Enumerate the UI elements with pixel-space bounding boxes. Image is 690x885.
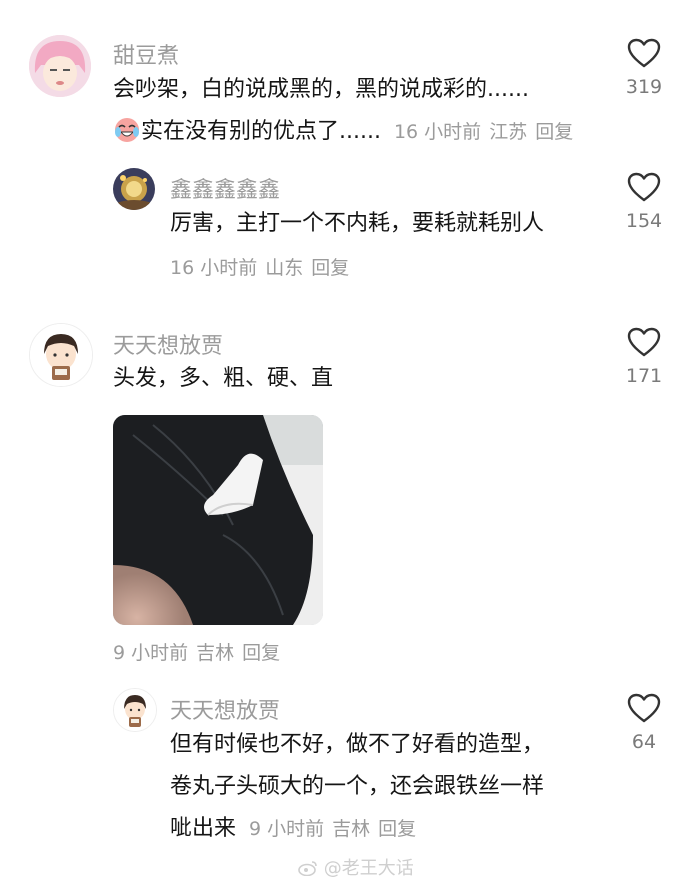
avatar[interactable]: [113, 688, 157, 732]
heart-icon[interactable]: [627, 172, 661, 202]
comment-meta: 16 小时前 江苏 回复: [394, 121, 581, 143]
comment-username[interactable]: 甜豆煮: [113, 38, 179, 70]
comment-username[interactable]: 天天想放贾: [170, 693, 280, 725]
hair-photo-image: [113, 415, 323, 625]
avatar[interactable]: [29, 35, 91, 97]
heart-icon[interactable]: [627, 693, 661, 723]
comment-text-continuation: 实在没有别的优点了......: [141, 119, 381, 144]
comment-time: 9 小时前: [249, 818, 325, 840]
comment-username[interactable]: 鑫鑫鑫鑫鑫: [170, 172, 280, 204]
comment-text: 但有时候也不好，做不了好看的造型， 卷丸子头硕大的一个，还会跟铁丝一样 呲出来 …: [170, 724, 544, 850]
cartoon-person-avatar-icon: [30, 324, 92, 386]
comment-text: 会吵架，白的说成黑的，黑的说成彩的...... 实在没有别的优点了...... …: [113, 69, 581, 153]
like-group: 154: [614, 172, 674, 232]
like-group: 319: [614, 38, 674, 98]
comment-text-line: 卷丸子头硕大的一个，还会跟铁丝一样: [170, 774, 545, 799]
like-count: 154: [625, 210, 663, 232]
reply-button[interactable]: 回复: [311, 257, 349, 279]
avatar[interactable]: [113, 168, 155, 210]
like-group: 64: [614, 693, 674, 753]
comment-location: 江苏: [489, 121, 528, 143]
comment-text-line-3: 呲出来 9 小时前 吉林 回复: [170, 808, 544, 850]
anime-avatar-icon: [29, 35, 91, 97]
heart-icon[interactable]: [627, 38, 661, 68]
watermark-text: @老王大话: [323, 858, 414, 879]
comment-text-line: 但有时候也不好，做不了好看的造型，: [170, 732, 545, 757]
reply-button[interactable]: 回复: [535, 121, 573, 143]
watermark: @老王大话: [298, 854, 414, 880]
crying-laughing-emoji-icon: [113, 115, 141, 143]
cartoon-person-avatar-icon: [114, 689, 156, 731]
comment-photo[interactable]: [113, 415, 323, 625]
treasure-avatar-icon: [113, 168, 155, 210]
like-group: 171: [614, 327, 674, 387]
comment-text-continuation: 呲出来: [170, 816, 237, 841]
like-count: 319: [625, 76, 663, 98]
comment-text: 头发，多、粗、硬、直: [113, 366, 334, 391]
comment-location: 山东: [265, 257, 304, 279]
comment-username[interactable]: 天天想放贾: [113, 328, 223, 360]
comment-time: 16 小时前: [170, 257, 258, 279]
like-count: 64: [631, 731, 657, 753]
reply-button[interactable]: 回复: [242, 642, 280, 664]
weibo-logo-icon: [298, 860, 318, 877]
like-count: 171: [625, 365, 663, 387]
comment-meta: 9 小时前 吉林 回复: [113, 638, 288, 665]
heart-icon[interactable]: [627, 327, 661, 357]
comment-text: 厉害，主打一个不内耗，要耗就耗别人: [170, 211, 545, 236]
comment-text-line: 会吵架，白的说成黑的，黑的说成彩的......: [113, 77, 529, 102]
comment-meta: 16 小时前 山东 回复: [170, 253, 357, 280]
comment-time: 16 小时前: [393, 121, 482, 143]
avatar[interactable]: [29, 323, 93, 387]
comment-location: 吉林: [196, 642, 235, 664]
reply-button[interactable]: 回复: [378, 818, 416, 840]
comment-text-line-2: 实在没有别的优点了...... 16 小时前 江苏 回复: [113, 111, 581, 153]
comment-meta: 9 小时前 吉林 回复: [249, 818, 424, 840]
comment-location: 吉林: [332, 818, 371, 840]
comment-time: 9 小时前: [113, 642, 189, 664]
